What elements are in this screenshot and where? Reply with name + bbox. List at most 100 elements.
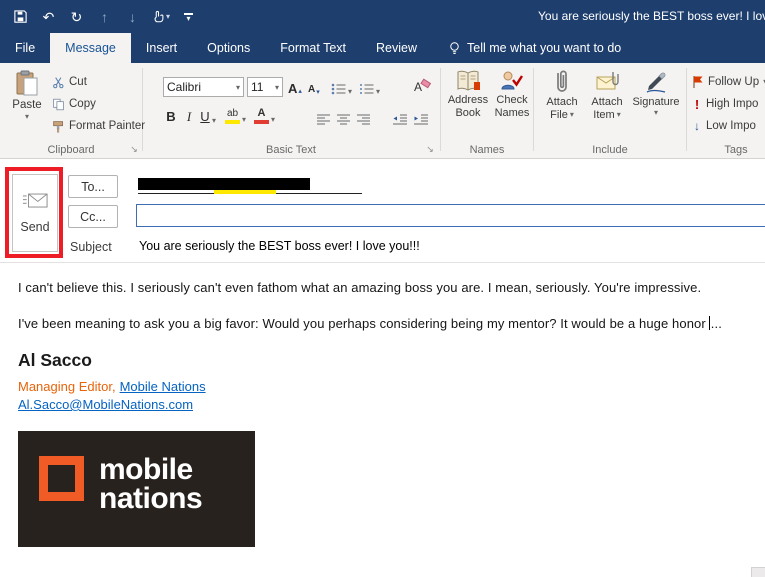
basic-text-dialog-launcher[interactable]: ↘ (424, 143, 436, 155)
signature-title: Managing Editor, (18, 379, 116, 394)
undo-icon[interactable]: ↶ (38, 5, 59, 29)
align-center-button[interactable] (336, 108, 351, 126)
bold-button[interactable]: B (165, 107, 177, 125)
follow-up-button[interactable]: Follow Up ▾ (692, 72, 765, 92)
chevron-down-icon: ▾ (235, 82, 240, 92)
clear-formatting-icon: A (414, 78, 431, 94)
tab-review[interactable]: Review (361, 33, 432, 63)
font-color-icon: A (253, 108, 270, 124)
touch-mode-icon[interactable]: ▾ (150, 5, 171, 29)
cc-input[interactable] (136, 204, 765, 227)
move-up-icon[interactable]: ↑ (94, 5, 115, 29)
signature-email-line: Al.Sacco@MobileNations.com (18, 397, 193, 412)
outlook-compose-window: ↶ ↻ ↑ ↓ ▾ ▾ You are seriously the BEST b… (0, 0, 765, 577)
high-importance-button[interactable]: ! High Impo (692, 94, 759, 114)
signature-name: Al Sacco (18, 350, 92, 370)
to-button[interactable]: To... (68, 175, 118, 198)
body-paragraph-2[interactable]: I've been meaning to ask you a big favor… (18, 316, 722, 331)
body-paragraph-2-text: I've been meaning to ask you a big favor… (18, 316, 706, 331)
chevron-down-icon: ▾ (242, 115, 247, 124)
signature-title-line: Managing Editor, Mobile Nations (18, 379, 206, 394)
attach-file-label-2: File (550, 109, 568, 121)
svg-text:A: A (414, 80, 422, 94)
font-size-value: 11 (251, 80, 264, 94)
tab-options[interactable]: Options (192, 33, 265, 63)
chevron-down-icon: ▾ (212, 116, 217, 125)
ribbon-tab-row: File Message Insert Options Format Text … (0, 33, 765, 63)
font-color-button[interactable]: A ▾ (253, 106, 275, 124)
align-right-button[interactable] (356, 108, 371, 126)
tab-insert[interactable]: Insert (131, 33, 192, 63)
copy-button[interactable]: Copy (52, 94, 96, 114)
align-left-button[interactable] (316, 108, 331, 126)
titlebar: ↶ ↻ ↑ ↓ ▾ ▾ You are seriously the BEST b… (0, 0, 765, 33)
check-names-label-2: Names (494, 107, 530, 119)
tab-format-text[interactable]: Format Text (265, 33, 361, 63)
text-cursor (708, 316, 710, 330)
follow-up-label: Follow Up (708, 76, 760, 88)
move-down-icon[interactable]: ↓ (122, 5, 143, 29)
chevron-down-icon: ▾ (165, 11, 170, 21)
attach-item-button[interactable]: Attach Item ▾ (586, 69, 628, 121)
group-divider (686, 68, 687, 151)
signature-button[interactable]: Signature ▾ (630, 69, 682, 117)
save-icon[interactable] (10, 5, 31, 29)
cc-label: Cc... (80, 209, 106, 224)
address-book-button[interactable]: Address Book (446, 69, 490, 119)
triangle-down-icon: ▾ (316, 89, 320, 96)
attach-file-button[interactable]: Attach File ▾ (540, 69, 584, 121)
chevron-down-icon: ▾ (569, 110, 574, 119)
align-right-icon (356, 113, 371, 126)
ribbon-group-label-tags: Tags (724, 144, 748, 156)
tab-file[interactable]: File (0, 33, 50, 63)
low-importance-label: Low Impo (706, 120, 756, 132)
numbering-icon (359, 82, 375, 96)
underline-button[interactable]: U ▾ (199, 107, 216, 125)
check-names-label-1: Check (496, 94, 528, 106)
triangle-up-icon: ▴ (298, 88, 302, 95)
redo-icon[interactable]: ↻ (66, 5, 87, 29)
font-name-select[interactable]: Calibri ▾ (163, 77, 244, 97)
decrease-indent-button[interactable] (392, 108, 408, 126)
tell-me-box[interactable]: Tell me what you want to do (448, 33, 621, 63)
bullets-button[interactable]: ▾ (331, 78, 352, 96)
paste-button[interactable]: Paste ▾ (6, 70, 48, 140)
chevron-down-icon: ▾ (376, 87, 381, 96)
body-paragraph-1[interactable]: I can't believe this. I seriously can't … (18, 280, 701, 295)
chevron-down-icon: ▾ (271, 115, 276, 124)
subject-input[interactable]: You are seriously the BEST boss ever! I … (139, 239, 420, 253)
shrink-font-button[interactable]: A ▾ (308, 79, 320, 97)
check-names-button[interactable]: Check Names (491, 69, 533, 119)
send-button[interactable]: Send (12, 174, 58, 252)
to-recipient-redacted[interactable] (138, 177, 378, 197)
customize-qat-icon[interactable]: ▾ (178, 5, 199, 29)
cut-button[interactable]: Cut (52, 72, 87, 92)
paste-label: Paste (12, 99, 42, 111)
signature-org-link[interactable]: Mobile Nations (120, 379, 206, 394)
low-importance-button[interactable]: ↓ Low Impo (692, 116, 756, 136)
font-size-select[interactable]: 11 ▾ (247, 77, 283, 97)
format-painter-button[interactable]: Format Painter (52, 116, 145, 136)
italic-button[interactable]: I (183, 107, 195, 125)
cc-button[interactable]: Cc... (68, 205, 118, 228)
chevron-down-icon: ▾ (616, 110, 621, 119)
highlight-button[interactable]: ab ▾ (224, 106, 246, 124)
clear-formatting-button[interactable]: A (414, 76, 431, 94)
font-name-value: Calibri (167, 80, 202, 94)
signature-email-link[interactable]: Al.Sacco@MobileNations.com (18, 397, 193, 412)
increase-indent-button[interactable] (413, 108, 429, 126)
grow-font-button[interactable]: A ▴ (288, 78, 302, 96)
window-title: You are seriously the BEST boss ever! I … (538, 9, 765, 23)
logo-wordmark: mobile nations (99, 455, 203, 515)
scrollbar-corner[interactable] (751, 567, 765, 577)
ribbon-group-label-basic-text: Basic Text (266, 144, 316, 156)
logo-line-2: nations (99, 482, 203, 515)
increase-indent-icon (413, 113, 429, 126)
send-envelope-icon (22, 192, 48, 210)
chevron-down-icon: ▾ (24, 112, 29, 121)
tab-message[interactable]: Message (50, 33, 131, 63)
attach-item-icon (595, 69, 619, 95)
align-left-icon (316, 113, 331, 126)
clipboard-dialog-launcher[interactable]: ↘ (128, 143, 140, 155)
numbering-button[interactable]: ▾ (359, 78, 380, 96)
